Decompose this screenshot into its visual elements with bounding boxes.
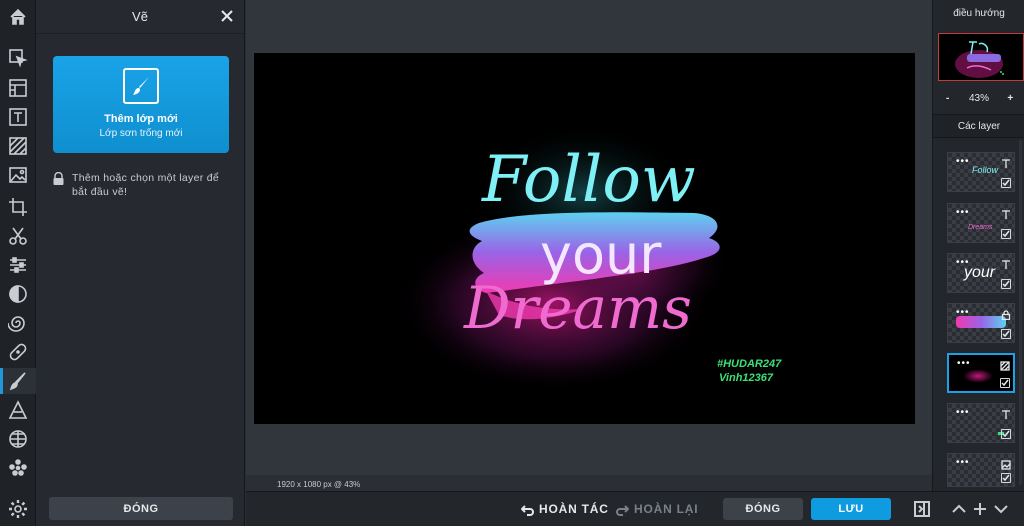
undo-button[interactable]: HOÀN TÁC: [521, 502, 609, 516]
collapse-panel-icon[interactable]: [913, 500, 931, 518]
text-icon: [1001, 407, 1011, 419]
panel-title: Vẽ: [132, 9, 148, 24]
layer-item[interactable]: •••: [947, 453, 1015, 487]
tag-text-1: #HUDAR247: [717, 358, 782, 370]
close-icon[interactable]: [220, 9, 234, 23]
layer-options-icon[interactable]: •••: [956, 458, 970, 468]
add-new-layer-button[interactable]: Thêm lớp mới Lớp sơn trống mới: [53, 56, 229, 153]
navigator-thumbnail[interactable]: [938, 33, 1024, 81]
layer-item-active[interactable]: •••: [947, 353, 1015, 393]
globe-icon[interactable]: [0, 426, 36, 452]
visibility-checkbox[interactable]: [1001, 429, 1011, 439]
visibility-checkbox[interactable]: [1001, 329, 1011, 339]
layer-preview: Dreams: [968, 224, 993, 231]
layer-hint: Thêm hoặc chọn một layer để bắt đầu vẽ!: [53, 171, 233, 199]
text-icon[interactable]: [0, 104, 36, 130]
visibility-checkbox[interactable]: [1001, 473, 1011, 483]
layer-item[interactable]: •••: [947, 403, 1015, 443]
layer-options-icon[interactable]: •••: [956, 208, 970, 218]
pattern-icon: [1000, 358, 1010, 371]
undo-icon: [521, 504, 534, 516]
swirl-icon[interactable]: [0, 310, 36, 336]
add-icon[interactable]: [971, 500, 989, 518]
layers-header: Các layer: [933, 114, 1024, 138]
layer-preview: [963, 369, 993, 383]
image-canvas[interactable]: Follow your Dreams #HUDAR247 Vinh12367: [254, 53, 915, 424]
lock-icon: [1001, 307, 1011, 321]
layers-scrollbar[interactable]: [1019, 140, 1022, 485]
dots-icon[interactable]: [0, 455, 36, 481]
layer-preview: Follow: [972, 165, 999, 175]
zoom-out-button[interactable]: -: [940, 93, 956, 104]
layer-item[interactable]: ••• your: [947, 253, 1015, 293]
layer-options-icon[interactable]: •••: [957, 359, 971, 369]
bottom-toolbar: HOÀN TÁC HOÀN LẠI ĐÓNG LƯU: [246, 491, 1024, 526]
chevron-up-icon[interactable]: [950, 500, 968, 518]
image-icon[interactable]: [0, 162, 36, 188]
layer-options-icon[interactable]: •••: [956, 408, 970, 418]
panel-close-button[interactable]: ĐÓNG: [49, 497, 233, 520]
visibility-checkbox[interactable]: [1001, 279, 1011, 289]
hint-text: Thêm hoặc chọn một layer để bắt đầu vẽ!: [72, 172, 220, 198]
tag-text-2: Vinh12367: [719, 372, 774, 384]
layer-preview: your: [964, 264, 996, 281]
redo-icon: [616, 504, 629, 516]
dreams-text: Dreams: [463, 274, 692, 342]
navigator-title: điều hướng: [953, 8, 1005, 19]
crop-icon[interactable]: [0, 194, 36, 220]
lock-icon: [53, 172, 64, 185]
canvas-size-info: 1920 x 1080 px @ 43%: [277, 480, 361, 489]
layer-options-icon[interactable]: •••: [956, 157, 970, 167]
zoom-in-button[interactable]: +: [1002, 93, 1018, 104]
layer-preview: [956, 316, 1006, 328]
triangle-icon[interactable]: [0, 397, 36, 423]
new-layer-title: Thêm lớp mới: [104, 113, 178, 125]
save-button[interactable]: LƯU: [811, 498, 891, 520]
close-button[interactable]: ĐÓNG: [723, 498, 803, 520]
layer-item[interactable]: •••: [947, 303, 1015, 343]
layers-panel-icon[interactable]: [0, 75, 36, 101]
right-panel: điều hướng - 43% + Các layer ••• Follow: [932, 0, 1024, 491]
panel-header: Vẽ: [36, 0, 244, 34]
brush-icon: [123, 68, 159, 104]
canvas-artwork: Follow your Dreams #HUDAR247 Vinh12367: [394, 123, 782, 393]
draw-panel: Vẽ Thêm lớp mới Lớp sơn trống mới Thêm h…: [36, 0, 245, 526]
undo-label: HOÀN TÁC: [539, 502, 609, 516]
photo-editor-app: Vẽ Thêm lớp mới Lớp sơn trống mới Thêm h…: [0, 0, 1024, 526]
redo-label: HOÀN LẠI: [634, 502, 699, 516]
visibility-checkbox[interactable]: [1000, 378, 1010, 388]
brush-icon[interactable]: [0, 368, 36, 394]
visibility-checkbox[interactable]: [1001, 178, 1011, 188]
zoom-controls: - 43% +: [933, 88, 1024, 108]
text-icon: [1001, 207, 1011, 219]
visibility-checkbox[interactable]: [1001, 229, 1011, 239]
adjust-icon[interactable]: [0, 252, 36, 278]
text-icon: [1001, 257, 1011, 269]
zoom-level: 43%: [968, 92, 989, 104]
text-icon: [1001, 156, 1011, 168]
settings-icon[interactable]: [0, 496, 36, 522]
image-icon: [1001, 457, 1011, 470]
redo-button[interactable]: HOÀN LẠI: [616, 502, 698, 516]
home-icon[interactable]: [0, 4, 36, 30]
workspace: Follow your Dreams #HUDAR247 Vinh12367 1…: [246, 0, 932, 491]
layer-item[interactable]: ••• Follow: [947, 152, 1015, 192]
pattern-icon[interactable]: [0, 133, 36, 159]
cut-icon[interactable]: [0, 223, 36, 249]
follow-text: Follow: [481, 143, 696, 217]
select-icon[interactable]: [0, 45, 36, 71]
contrast-icon[interactable]: [0, 281, 36, 307]
layers-title: Các layer: [957, 120, 1001, 132]
tool-rail: [0, 0, 36, 526]
layer-item[interactable]: ••• Dreams: [947, 203, 1015, 243]
new-layer-subtitle: Lớp sơn trống mới: [99, 128, 183, 139]
chevron-down-icon[interactable]: [992, 500, 1010, 518]
bandage-icon[interactable]: [0, 339, 36, 365]
